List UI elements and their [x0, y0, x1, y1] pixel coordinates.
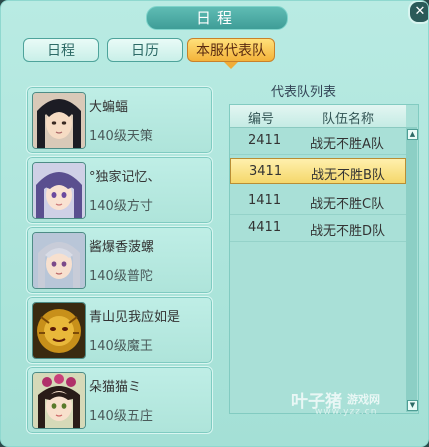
window-title: 日程	[146, 6, 288, 30]
team-id: 1411	[248, 193, 282, 208]
team-name: 战无不胜A队	[310, 137, 384, 152]
team-list-header: 编号 队伍名称	[230, 105, 406, 128]
member-card[interactable]: 大蝙蝠 140级天策	[26, 86, 213, 154]
team-name: 战无不胜B队	[311, 168, 385, 183]
tab-calendar[interactable]: 日历	[107, 38, 183, 62]
avatar	[32, 372, 86, 429]
member-level: 140级方寸	[89, 199, 153, 214]
avatar	[32, 162, 86, 219]
member-level: 140级五庄	[89, 409, 153, 424]
scrollbar[interactable]: ▲ ▼	[406, 127, 418, 412]
schedule-window: 日程 ✕ 日程 日历 本服代表队 大蝙蝠 140级天策 °独家记忆、 140级方…	[0, 0, 429, 447]
watermark-sub: 游戏网	[347, 393, 380, 406]
team-row[interactable]: 4411 战无不胜D队	[230, 215, 406, 242]
member-name: 大蝙蝠	[89, 100, 129, 115]
member-name: °独家记忆、	[89, 170, 161, 185]
team-id: 3411	[249, 164, 283, 179]
team-id: 2411	[248, 133, 282, 148]
member-card[interactable]: 酱爆香菠螺 140级普陀	[26, 226, 213, 294]
team-row-selected[interactable]: 3411 战无不胜B队	[230, 158, 406, 184]
title-bar: 日程	[1, 1, 428, 31]
member-name: 朵猫猫ミ	[89, 380, 142, 395]
tab-server-team[interactable]: 本服代表队	[187, 38, 275, 69]
member-card[interactable]: 朵猫猫ミ 140级五庄	[26, 366, 213, 434]
team-list-title: 代表队列表	[271, 85, 337, 100]
member-card[interactable]: 青山见我应如是 140级魔王	[26, 296, 213, 364]
team-id: 4411	[248, 220, 282, 235]
team-row[interactable]: 1411 战无不胜C队	[230, 188, 406, 215]
close-icon[interactable]: ✕	[408, 1, 428, 24]
team-name: 战无不胜C队	[310, 197, 385, 212]
avatar	[32, 232, 86, 289]
team-row[interactable]: 2411 战无不胜A队	[230, 128, 406, 155]
member-level: 140级普陀	[89, 269, 153, 284]
tab-schedule[interactable]: 日程	[23, 38, 99, 62]
member-level: 140级天策	[89, 129, 153, 144]
scroll-down-icon[interactable]: ▼	[407, 400, 418, 411]
header-id: 编号	[248, 112, 275, 127]
watermark-url: www.yzz.cn	[315, 407, 378, 417]
team-list: 编号 队伍名称 2411 战无不胜A队 3411 战无不胜B队 1411 战无不…	[229, 104, 419, 414]
member-name: 酱爆香菠螺	[89, 240, 155, 255]
avatar	[32, 302, 86, 359]
member-card[interactable]: °独家记忆、 140级方寸	[26, 156, 213, 224]
header-name: 队伍名称	[322, 112, 375, 127]
member-name: 青山见我应如是	[89, 310, 181, 325]
member-level: 140级魔王	[89, 339, 153, 354]
avatar	[32, 92, 86, 149]
scroll-up-icon[interactable]: ▲	[407, 129, 418, 140]
team-name: 战无不胜D队	[310, 224, 386, 239]
